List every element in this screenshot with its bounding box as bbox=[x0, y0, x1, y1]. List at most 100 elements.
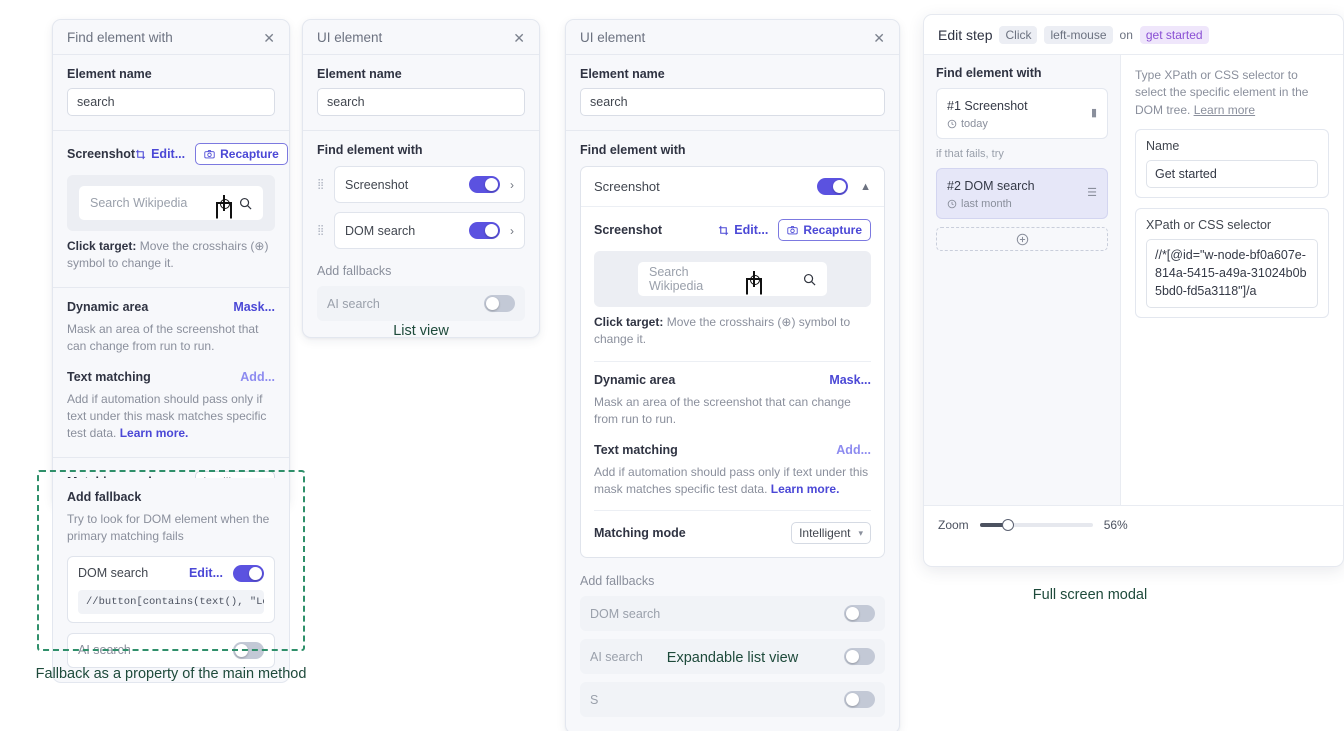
step-time-text: last month bbox=[961, 198, 1012, 210]
text-matching-help: Add if automation should pass only if te… bbox=[67, 391, 275, 443]
drag-handle-icon[interactable]: ▮ bbox=[1091, 108, 1097, 119]
camera-icon bbox=[204, 150, 215, 159]
panel1-dynamic-text-section: Dynamic area Mask... Mask an area of the… bbox=[53, 288, 289, 458]
element-name-input[interactable] bbox=[67, 88, 275, 116]
close-icon[interactable]: ✕ bbox=[263, 31, 275, 45]
crosshairs-icon[interactable] bbox=[216, 195, 232, 211]
chevron-right-icon[interactable]: › bbox=[510, 224, 514, 238]
add-text-matching-button[interactable]: Add... bbox=[836, 443, 871, 457]
panel2-caption: List view bbox=[393, 323, 449, 339]
drag-handle-icon[interactable]: ☰ bbox=[1087, 188, 1097, 199]
text-matching-help: Add if automation should pass only if te… bbox=[594, 464, 871, 499]
chip-target[interactable]: get started bbox=[1139, 26, 1209, 44]
panel-full-screen-modal: Edit step Click left-mouse on get starte… bbox=[923, 14, 1344, 567]
search-icon bbox=[239, 197, 252, 209]
fallback-toggle[interactable] bbox=[484, 295, 515, 312]
chevron-right-icon[interactable]: › bbox=[510, 178, 514, 192]
screenshot-label: Screenshot bbox=[594, 223, 663, 237]
name-input[interactable]: Get started bbox=[1146, 160, 1318, 189]
screenshot-preview[interactable]: Search Wikipedia bbox=[594, 251, 871, 307]
method-dom-search[interactable]: DOM search › bbox=[334, 212, 525, 249]
find-element-with-label: Find element with bbox=[317, 143, 423, 157]
matching-mode-select[interactable]: Intelligent ▾ bbox=[791, 522, 871, 545]
add-step-button[interactable] bbox=[936, 227, 1108, 251]
search-icon bbox=[803, 273, 816, 285]
element-name-label: Element name bbox=[67, 67, 152, 81]
preview-placeholder-text: Search Wikipedia bbox=[90, 196, 188, 210]
fallback-label: S bbox=[590, 692, 599, 707]
panel-list-view: UI element ✕ Element name Find element w… bbox=[302, 19, 540, 338]
expanded-method-toggle[interactable] bbox=[817, 178, 849, 195]
find-element-with-label: Find element with bbox=[936, 66, 1042, 80]
fallback-s[interactable]: S bbox=[580, 682, 885, 718]
fallback-toggle[interactable] bbox=[844, 605, 875, 623]
fallback-ai-search[interactable]: AI search bbox=[317, 286, 525, 321]
edit-button[interactable]: Edit... bbox=[135, 147, 185, 161]
camera-icon bbox=[787, 226, 798, 235]
zoom-slider[interactable] bbox=[979, 519, 1093, 531]
recapture-button[interactable]: Recapture bbox=[195, 143, 288, 165]
learn-more-link[interactable]: Learn more bbox=[1194, 103, 1255, 117]
mask-button[interactable]: Mask... bbox=[829, 373, 871, 387]
matching-mode-value: Intelligent bbox=[799, 526, 851, 541]
step-card-dom-search[interactable]: #2 DOM search last month ☰ bbox=[936, 168, 1108, 219]
recapture-label: Recapture bbox=[220, 147, 279, 161]
expanded-method-label: Screenshot bbox=[594, 179, 660, 194]
preview-search-bar: Search Wikipedia bbox=[79, 186, 263, 220]
screenshot-preview[interactable]: Search Wikipedia bbox=[67, 175, 275, 231]
element-name-input[interactable] bbox=[580, 88, 885, 116]
step-time: last month bbox=[947, 198, 1035, 210]
fallback-highlight-outline bbox=[37, 470, 305, 651]
close-icon[interactable]: ✕ bbox=[513, 31, 525, 45]
fallback-toggle[interactable] bbox=[844, 691, 875, 709]
dynamic-area-label: Dynamic area bbox=[67, 299, 149, 314]
expanded-method-header[interactable]: Screenshot ▲ bbox=[581, 167, 884, 206]
learn-more-link[interactable]: Learn more. bbox=[120, 426, 189, 440]
add-text-matching-button[interactable]: Add... bbox=[240, 370, 275, 384]
fallback-dom-search[interactable]: DOM search bbox=[580, 596, 885, 632]
chevron-up-icon[interactable]: ▲ bbox=[860, 181, 871, 193]
matching-mode-label: Matching mode bbox=[594, 526, 686, 541]
learn-more-link[interactable]: Learn more. bbox=[771, 482, 840, 496]
method-toggle[interactable] bbox=[469, 176, 500, 193]
dynamic-area-help: Mask an area of the screenshot that can … bbox=[594, 394, 851, 427]
preview-search-bar: Search Wikipedia bbox=[638, 262, 827, 296]
element-name-input[interactable] bbox=[317, 88, 525, 116]
edit-button[interactable]: Edit... bbox=[718, 223, 768, 237]
chip-action[interactable]: Click bbox=[999, 26, 1038, 44]
click-target-help: Click target: Move the crosshairs (⊕) sy… bbox=[594, 314, 871, 349]
modal-header: Edit step Click left-mouse on get starte… bbox=[924, 15, 1343, 55]
recapture-button[interactable]: Recapture bbox=[778, 219, 871, 241]
screenshot-stage: Find element with ✕ Element name Screens… bbox=[0, 0, 1344, 731]
chip-button[interactable]: left-mouse bbox=[1044, 26, 1113, 44]
panel1-caption: Fallback as a property of the main metho… bbox=[35, 666, 307, 682]
drag-handle-icon[interactable]: ⣿ bbox=[317, 179, 325, 189]
edit-step-title: Edit step bbox=[938, 27, 993, 43]
crop-icon bbox=[136, 149, 146, 159]
panel1-element-name-section: Element name bbox=[53, 55, 289, 131]
modal-left-column: Find element with #1 Screenshot today ▮ … bbox=[924, 55, 1121, 505]
chevron-down-icon: ▾ bbox=[858, 527, 863, 538]
panel-find-element-with: Find element with ✕ Element name Screens… bbox=[52, 19, 290, 507]
panel3-caption: Expandable list view bbox=[666, 650, 799, 666]
method-row: ⣿ DOM search › bbox=[317, 212, 525, 249]
panel3-header: UI element ✕ bbox=[566, 20, 899, 55]
drag-handle-icon[interactable]: ⣿ bbox=[317, 225, 325, 235]
method-toggle[interactable] bbox=[469, 222, 500, 239]
step-card-screenshot[interactable]: #1 Screenshot today ▮ bbox=[936, 88, 1108, 139]
plus-circle-icon bbox=[1016, 233, 1028, 245]
fallback-label: AI search bbox=[327, 296, 380, 311]
name-label: Name bbox=[1146, 139, 1180, 154]
close-icon[interactable]: ✕ bbox=[873, 31, 885, 45]
panel2-title: UI element bbox=[317, 30, 383, 45]
panel4-caption: Full screen modal bbox=[1032, 587, 1148, 603]
zoom-label: Zoom bbox=[938, 518, 969, 532]
crosshairs-icon[interactable] bbox=[746, 271, 762, 287]
panel1-title: Find element with bbox=[67, 30, 173, 45]
method-screenshot[interactable]: Screenshot › bbox=[334, 166, 525, 203]
if-that-fails-label: if that fails, try bbox=[936, 148, 1004, 160]
step-time-text: today bbox=[961, 118, 988, 130]
mask-button[interactable]: Mask... bbox=[233, 300, 275, 314]
click-target-bold: Click target: bbox=[67, 239, 137, 253]
xpath-input[interactable]: //*[@id="w-node-bf0a607e-814a-5415-a49a-… bbox=[1146, 239, 1318, 308]
